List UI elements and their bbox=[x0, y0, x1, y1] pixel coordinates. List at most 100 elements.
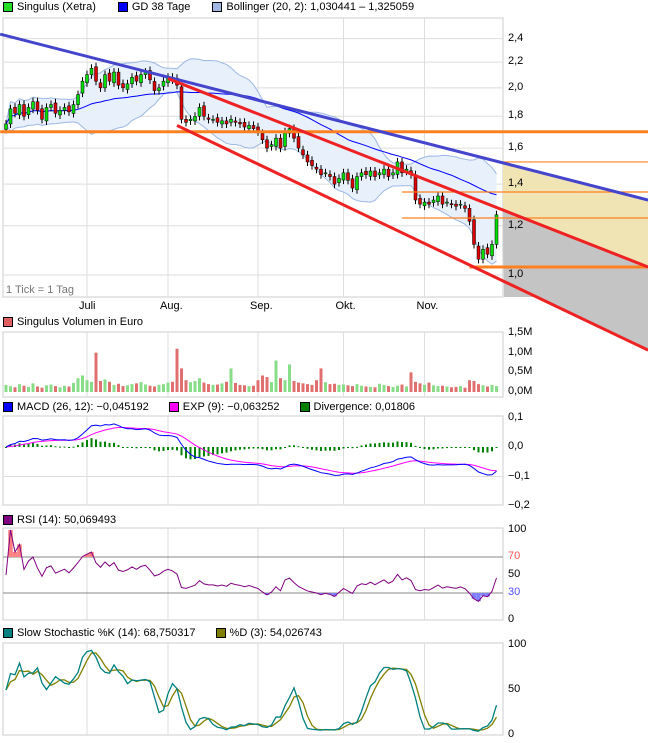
candle-up bbox=[188, 119, 193, 122]
divergence-bar bbox=[306, 447, 309, 449]
divergence-bar bbox=[324, 447, 327, 451]
candle-up bbox=[161, 80, 166, 87]
candle-up bbox=[490, 244, 494, 257]
divergence-bar bbox=[284, 447, 286, 448]
candle-down bbox=[121, 83, 125, 89]
volume-bar bbox=[13, 387, 17, 392]
candle-down bbox=[364, 170, 368, 175]
candle-up bbox=[341, 172, 346, 181]
volume-bar bbox=[346, 385, 350, 392]
candle-up bbox=[391, 172, 395, 176]
divergence-bar bbox=[464, 447, 466, 448]
volume-bar bbox=[445, 386, 449, 392]
divergence-bar bbox=[302, 447, 304, 448]
candle-up bbox=[377, 172, 382, 176]
volume-bar bbox=[238, 384, 242, 392]
candle-down bbox=[463, 205, 467, 209]
candle-down bbox=[314, 166, 319, 170]
divergence-bar bbox=[90, 438, 93, 447]
candle-up bbox=[323, 172, 328, 175]
xtick-label: Okt. bbox=[335, 300, 356, 312]
price-axis-label: 2,0 bbox=[508, 80, 524, 93]
divergence-bar bbox=[234, 447, 237, 451]
volume-bar bbox=[256, 380, 260, 392]
candle-down bbox=[278, 137, 283, 149]
volume-bar bbox=[288, 364, 291, 392]
divergence-bar bbox=[176, 447, 178, 451]
candle-up bbox=[80, 80, 85, 94]
volume-bar bbox=[76, 378, 80, 392]
volume-bar bbox=[18, 384, 21, 392]
candle-up bbox=[481, 249, 485, 260]
divergence-bar bbox=[410, 442, 412, 447]
candle-down bbox=[251, 125, 256, 129]
divergence-bar bbox=[162, 447, 165, 451]
candle-down bbox=[296, 136, 301, 149]
volume-axis-label: 1,0M bbox=[508, 345, 533, 358]
volume-bar bbox=[31, 383, 35, 392]
candle-up bbox=[4, 123, 8, 130]
divergence-bar bbox=[428, 447, 430, 450]
candle-down bbox=[94, 66, 98, 82]
price-axis-label: 1,4 bbox=[508, 177, 524, 190]
divergence-bar bbox=[63, 446, 66, 448]
price-axis-label: 2,2 bbox=[508, 55, 524, 68]
volume-bar bbox=[378, 383, 381, 392]
volume-bar bbox=[351, 386, 354, 392]
macd-plot-frame bbox=[2, 415, 504, 506]
divergence-bar bbox=[72, 446, 75, 448]
candle-up bbox=[359, 172, 364, 177]
volume-bar bbox=[463, 387, 467, 392]
volume-bar bbox=[9, 386, 12, 392]
candle-up bbox=[211, 119, 215, 121]
candle-up bbox=[26, 107, 31, 115]
divergence-bar bbox=[108, 442, 111, 447]
volume-bar bbox=[36, 386, 39, 392]
volume-bar bbox=[310, 384, 314, 392]
volume-bar bbox=[418, 383, 422, 392]
candle-down bbox=[215, 117, 220, 123]
volume-bar bbox=[261, 375, 264, 392]
divergence-bar bbox=[446, 447, 448, 449]
divergence-bar bbox=[374, 443, 376, 447]
volume-bar bbox=[184, 380, 188, 392]
candle-up bbox=[125, 83, 130, 90]
volume-bar bbox=[414, 381, 417, 392]
volume-bar bbox=[292, 380, 296, 392]
divergence-bar bbox=[99, 441, 102, 447]
divergence-bar bbox=[275, 447, 277, 450]
candle-up bbox=[8, 108, 13, 125]
singulus-swatch bbox=[3, 2, 13, 12]
divergence-bar bbox=[437, 447, 439, 449]
divergence-bar bbox=[27, 443, 30, 447]
volume-bar bbox=[423, 384, 426, 392]
divergence-bar bbox=[81, 442, 84, 447]
volume-bar bbox=[427, 382, 431, 392]
volume-bar bbox=[436, 386, 440, 392]
macd-axis-label: −0,2 bbox=[508, 499, 530, 511]
candle-up bbox=[31, 101, 35, 110]
candle-up bbox=[422, 201, 427, 207]
divergence-bar bbox=[153, 447, 156, 451]
volume-bar bbox=[301, 383, 305, 392]
volume-bar bbox=[342, 384, 345, 392]
stoch-legend: Slow Stochastic %K (14): 68,750317 %D (3… bbox=[3, 627, 322, 639]
divergence-bar bbox=[59, 446, 61, 448]
volume-bar bbox=[405, 386, 408, 392]
candle-down bbox=[319, 168, 323, 175]
candle-up bbox=[337, 178, 341, 183]
divergence-bar bbox=[459, 447, 462, 448]
volume-bar bbox=[4, 384, 8, 392]
candle-up bbox=[220, 120, 224, 125]
candle-down bbox=[53, 102, 58, 114]
divergence-bar bbox=[198, 447, 201, 458]
rsi-axis-label: 50 bbox=[508, 568, 521, 580]
volume-bar bbox=[229, 368, 233, 392]
candle-down bbox=[472, 219, 476, 245]
candle-up bbox=[494, 214, 499, 245]
divergence-bar bbox=[203, 447, 205, 457]
volume-bar bbox=[315, 380, 318, 392]
volume-bar bbox=[180, 368, 183, 392]
volume-bar bbox=[54, 386, 57, 392]
candle-down bbox=[467, 208, 472, 222]
